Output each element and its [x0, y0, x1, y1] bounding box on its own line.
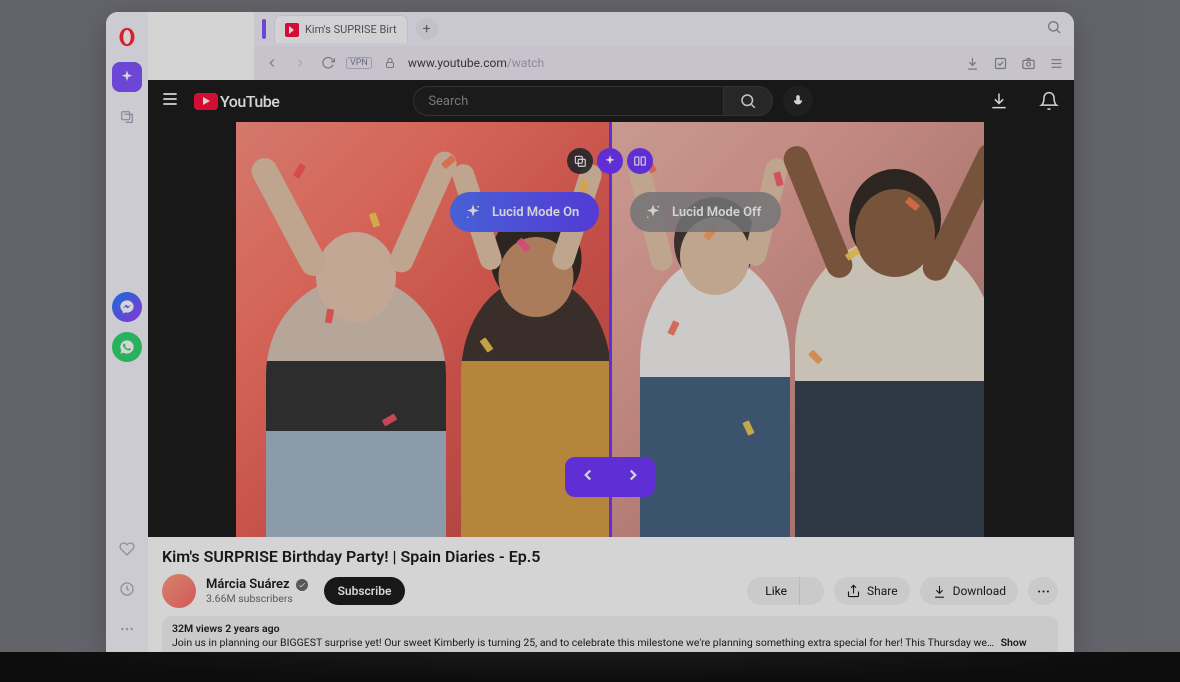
- slider-next-button[interactable]: [624, 466, 642, 488]
- lucid-off-label: Lucid Mode Off: [672, 205, 761, 220]
- workspace-indicator-icon[interactable]: [262, 19, 266, 39]
- tabs-icon[interactable]: [112, 102, 142, 132]
- slider-prev-button[interactable]: [579, 466, 597, 488]
- video-right-half: [610, 122, 984, 537]
- verified-icon: [296, 579, 308, 591]
- lucid-mode-on-pill[interactable]: Lucid Mode On: [450, 192, 599, 232]
- tab-search-icon[interactable]: [1046, 19, 1062, 39]
- lock-icon[interactable]: [380, 53, 400, 73]
- hamburger-icon[interactable]: [160, 89, 180, 113]
- person: [266, 277, 446, 537]
- forward-button[interactable]: [290, 53, 310, 73]
- channel-name[interactable]: Márcia Suárez: [206, 577, 290, 593]
- search-input[interactable]: Search: [413, 86, 723, 116]
- extensions-icon[interactable]: [990, 53, 1010, 73]
- reload-button[interactable]: [318, 53, 338, 73]
- back-button[interactable]: [262, 53, 282, 73]
- opera-sidebar: [106, 12, 148, 652]
- subscriber-count: 3.66M subscribers: [206, 593, 308, 606]
- slider-nav: [565, 457, 655, 497]
- snapshot-icon[interactable]: [1018, 53, 1038, 73]
- dislike-button[interactable]: [800, 577, 824, 605]
- lucid-on-label: Lucid Mode On: [492, 205, 579, 220]
- description-box[interactable]: 32M views 2 years ago Join us in plannin…: [162, 616, 1058, 652]
- url-host: www.youtube.com: [408, 56, 507, 70]
- search-bar: Search: [413, 86, 813, 116]
- person: [640, 257, 790, 537]
- messenger-icon[interactable]: [112, 292, 142, 322]
- search-button[interactable]: [723, 86, 773, 116]
- detach-icon[interactable]: [567, 148, 593, 174]
- description-text: Join us in planning our BIGGEST surprise…: [172, 636, 994, 649]
- download-button[interactable]: Download: [920, 577, 1018, 605]
- youtube-logo-text: YouTube: [220, 92, 279, 111]
- notifications-icon[interactable]: [1038, 90, 1060, 112]
- youtube-logo[interactable]: YouTube: [194, 92, 279, 111]
- tab-title: Kim's SUPRISE Birt: [305, 23, 397, 36]
- history-icon[interactable]: [112, 574, 142, 604]
- menu-icon[interactable]: [1046, 53, 1066, 73]
- more-actions-button[interactable]: [1028, 577, 1058, 605]
- share-button[interactable]: Share: [834, 577, 910, 605]
- like-button[interactable]: Like: [747, 577, 799, 605]
- browser-tab[interactable]: Kim's SUPRISE Birt: [274, 15, 408, 43]
- channel-avatar[interactable]: [162, 574, 196, 608]
- tab-strip: Kim's SUPRISE Birt +: [254, 12, 1074, 46]
- person: [795, 237, 984, 537]
- youtube-play-icon: [194, 93, 218, 110]
- overlay-controls: [567, 148, 653, 174]
- lucid-mode-off-pill[interactable]: Lucid Mode Off: [630, 192, 781, 232]
- voice-search-button[interactable]: [783, 86, 813, 116]
- subscribe-button[interactable]: Subscribe: [324, 577, 406, 605]
- sparkle-icon: [644, 203, 662, 221]
- lucid-toggle-icon[interactable]: [597, 148, 623, 174]
- stage: Kim's SUPRISE Birt + VPN www.youtube.com…: [0, 0, 1180, 682]
- page-viewport: YouTube Search: [146, 80, 1074, 652]
- more-icon[interactable]: [112, 614, 142, 644]
- aria-icon[interactable]: [112, 62, 142, 92]
- url-path: /watch: [507, 56, 544, 70]
- heart-icon[interactable]: [112, 534, 142, 564]
- whatsapp-icon[interactable]: [112, 332, 142, 362]
- youtube-header: YouTube Search: [146, 80, 1074, 122]
- opera-logo-icon[interactable]: [112, 22, 142, 52]
- compare-icon[interactable]: [627, 148, 653, 174]
- person: [461, 277, 611, 537]
- vpn-badge[interactable]: VPN: [346, 57, 372, 69]
- address-url[interactable]: www.youtube.com/watch: [408, 56, 544, 70]
- address-bar-row: VPN www.youtube.com/watch: [254, 46, 1074, 80]
- video-left-half: [236, 122, 610, 537]
- video-player[interactable]: Lucid Mode On Lucid Mode Off: [236, 122, 984, 537]
- laptop-base: [0, 652, 1180, 682]
- browser-window: Kim's SUPRISE Birt + VPN www.youtube.com…: [106, 12, 1074, 652]
- sparkle-icon: [464, 203, 482, 221]
- share-label: Share: [867, 584, 898, 598]
- create-icon[interactable]: [988, 90, 1010, 112]
- new-tab-button[interactable]: +: [416, 18, 438, 40]
- like-label: Like: [765, 584, 787, 598]
- video-meta: Kim's SURPRISE Birthday Party! | Spain D…: [146, 537, 1074, 652]
- video-title: Kim's SURPRISE Birthday Party! | Spain D…: [162, 547, 1058, 566]
- youtube-favicon-icon: [285, 23, 299, 37]
- views-and-age: 32M views 2 years ago: [172, 622, 280, 635]
- like-dislike-group: Like: [747, 577, 824, 605]
- download-icon[interactable]: [962, 53, 982, 73]
- download-label: Download: [953, 584, 1006, 598]
